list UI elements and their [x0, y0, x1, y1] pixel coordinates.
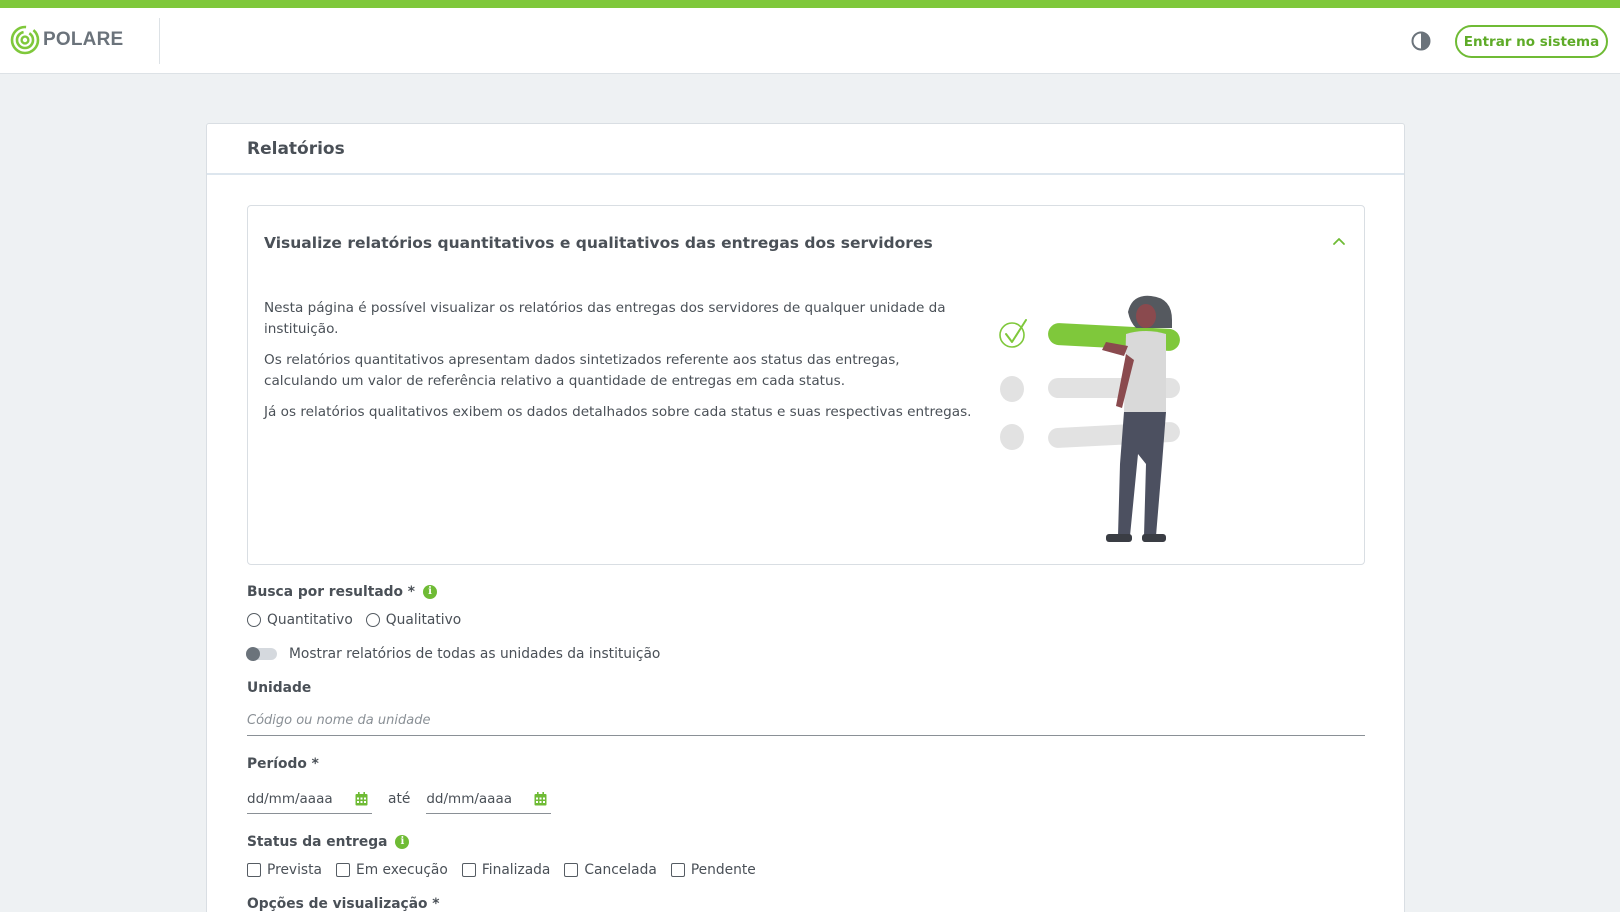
header-divider: [159, 18, 160, 64]
status-label: Status da entrega: [247, 834, 1365, 850]
checkbox-label[interactable]: Em execução: [356, 862, 448, 878]
login-button[interactable]: Entrar no sistema: [1455, 25, 1608, 58]
unidade-label: Unidade: [247, 680, 1365, 696]
radio-qualitativo[interactable]: [365, 613, 380, 627]
busca-label-text: Busca por resultado *: [247, 584, 416, 600]
checkbox-prevista[interactable]: [247, 863, 261, 877]
info-panel: Visualize relatórios quantitativos e qua…: [247, 205, 1365, 565]
checkbox-label[interactable]: Pendente: [691, 862, 756, 878]
end-date-input[interactable]: dd/mm/aaaa: [426, 784, 552, 814]
card-header: Relatórios: [207, 124, 1404, 175]
periodo-label-text: Período *: [247, 756, 319, 772]
radio-quantitativo[interactable]: [247, 613, 261, 627]
busca-label: Busca por resultado *: [247, 584, 1365, 600]
checkbox-em-execucao[interactable]: [336, 863, 350, 877]
checkbox-label[interactable]: Prevista: [267, 862, 322, 878]
checkbox-finalizada[interactable]: [461, 863, 476, 877]
toggle-label[interactable]: Mostrar relatórios de todas as unidades …: [289, 646, 660, 662]
opcoes-label-text: Opções de visualização *: [247, 896, 440, 912]
polare-logo[interactable]: POLARE: [10, 25, 123, 55]
opcoes-label: Opções de visualização *: [247, 896, 1365, 912]
info-icon[interactable]: [395, 835, 410, 849]
checkbox-pendente[interactable]: [670, 863, 685, 877]
info-panel-text: Nesta página é possível visualizar os re…: [264, 298, 974, 433]
periodo-label: Período *: [247, 756, 1365, 772]
info-panel-title[interactable]: Visualize relatórios quantitativos e qua…: [264, 234, 933, 252]
reports-card: Relatórios Visualize relatórios quantita…: [206, 123, 1405, 912]
page-title: Relatórios: [247, 138, 345, 159]
unidade-input[interactable]: Código ou nome da unidade: [247, 706, 1365, 736]
report-form: Busca por resultado * Quantitativo Quali…: [246, 584, 1365, 912]
start-date-placeholder: dd/mm/aaaa: [247, 790, 333, 807]
busca-radio-group: Quantitativo Qualitativo: [247, 612, 1365, 628]
checkbox-label[interactable]: Cancelada: [584, 862, 656, 878]
toggle-knob: [246, 647, 260, 661]
info-paragraph: Os relatórios quantitativos apresentam d…: [264, 352, 900, 389]
periodo-row: dd/mm/aaaa até dd/mm/aaaa: [247, 784, 1365, 814]
polare-logo-icon: [10, 25, 40, 55]
chevron-up-icon: [1333, 238, 1345, 245]
checkbox-cancelada[interactable]: [564, 863, 579, 877]
radio-label[interactable]: Qualitativo: [386, 612, 461, 628]
calendar-icon[interactable]: [534, 791, 547, 806]
all-units-toggle-row: Mostrar relatórios de todas as unidades …: [246, 646, 1365, 662]
status-label-text: Status da entrega: [247, 834, 388, 850]
all-units-toggle[interactable]: [246, 647, 277, 661]
ate-label: até: [388, 791, 411, 807]
checklist-illustration: [999, 295, 1180, 542]
start-date-input[interactable]: dd/mm/aaaa: [247, 784, 372, 814]
calendar-icon[interactable]: [355, 791, 368, 806]
app-header: POLARE Entrar no sistema: [0, 8, 1620, 74]
info-paragraph: Nesta página é possível visualizar os re…: [264, 300, 946, 337]
unidade-label-text: Unidade: [247, 680, 312, 696]
status-checkbox-group: Prevista Em execução Finalizada Cancelad…: [247, 862, 1365, 878]
checkbox-label[interactable]: Finalizada: [482, 862, 551, 878]
info-paragraph: Já os relatórios qualitativos exibem os …: [264, 404, 972, 420]
info-icon[interactable]: [423, 585, 438, 599]
end-date-placeholder: dd/mm/aaaa: [426, 790, 512, 807]
contrast-toggle-button[interactable]: [1410, 30, 1432, 52]
contrast-icon: [1411, 31, 1431, 51]
radio-label[interactable]: Quantitativo: [267, 612, 353, 628]
collapse-button[interactable]: [1331, 234, 1347, 250]
logo-text: POLARE: [43, 29, 124, 50]
top-accent-bar: [0, 0, 1620, 8]
